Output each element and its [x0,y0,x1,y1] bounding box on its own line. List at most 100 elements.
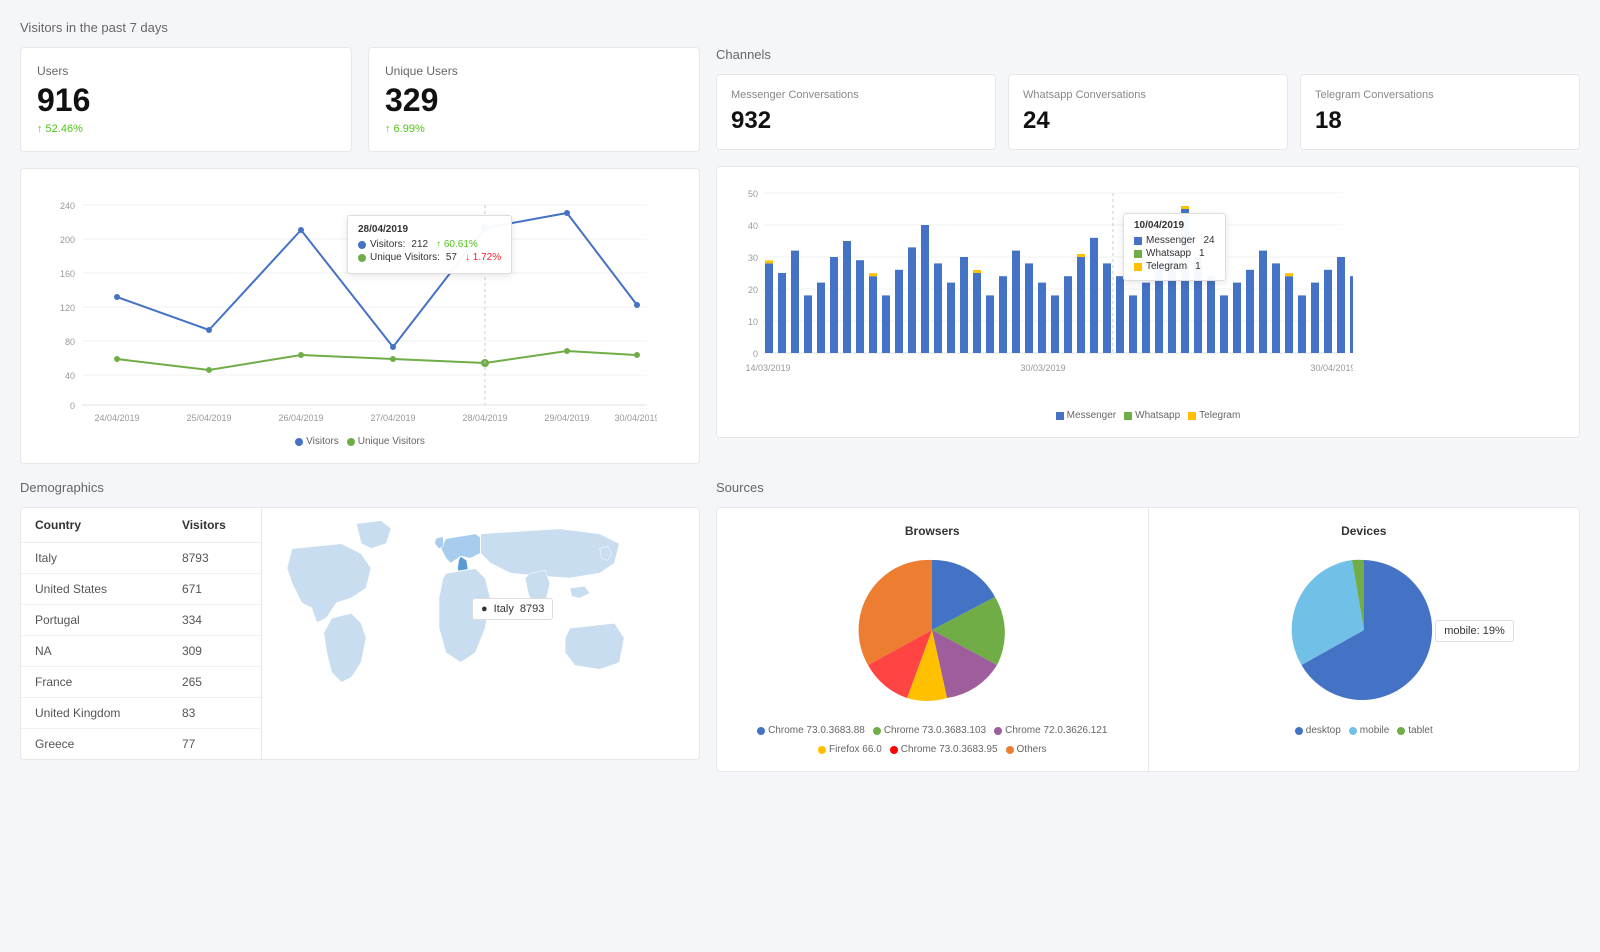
whatsapp-value: 24 [1023,107,1273,135]
devices-pie-svg [1284,550,1444,710]
telegram-value: 18 [1315,107,1565,135]
device-legend-item: desktop [1295,725,1341,736]
whatsapp-label: Whatsapp Conversations [1023,89,1273,101]
unique-users-change: ↑ 6.99% [385,123,683,135]
svg-text:40: 40 [748,221,758,231]
unique-users-card: Unique Users 329 ↑ 6.99% [368,47,700,152]
messenger-label: Messenger Conversations [731,89,981,101]
svg-text:28/04/2019: 28/04/2019 [462,413,507,423]
users-value: 916 [37,82,335,119]
table-row: Portugal334 [21,605,261,636]
channels-title: Channels [716,47,1580,62]
tooltip-unique: Unique Visitors: 57 ↓ 1.72% [358,252,501,263]
col-visitors: Visitors [168,508,261,543]
devices-legend: desktop mobile tablet [1165,725,1564,736]
unique-users-value: 329 [385,82,683,119]
visitors-chart-card: 240 200 160 120 80 40 0 24/04/2019 25/04… [20,168,700,464]
country-table: Country Visitors Italy8793United States6… [21,508,261,759]
svg-text:30/03/2019: 30/03/2019 [1020,363,1065,373]
browsers-pie-svg [852,550,1012,710]
svg-text:30/04/2019: 30/04/2019 [1310,363,1353,373]
browser-legend-item: Chrome 73.0.3683.95 [890,744,998,755]
visitors-section-title: Visitors in the past 7 days [20,20,1580,35]
svg-text:20: 20 [748,285,758,295]
bottom-row: Demographics Country Visitors Italy8793U… [20,480,1580,772]
svg-text:24/04/2019: 24/04/2019 [94,413,139,423]
demographics-section: Demographics Country Visitors Italy8793U… [20,480,700,772]
messenger-value: 932 [731,107,981,135]
browser-legend-item: Chrome 72.0.3626.121 [994,725,1107,736]
table-row: Greece77 [21,729,261,760]
browser-legend-item: Chrome 73.0.3683.103 [873,725,986,736]
telegram-card: Telegram Conversations 18 [1300,74,1580,150]
legend-telegram: Telegram [1188,410,1240,421]
channels-tooltip: 10/04/2019 Messenger 24 Whatsapp 1 [1123,213,1226,281]
browsers-legend: Chrome 73.0.3683.88 Chrome 73.0.3683.103 C… [733,725,1132,755]
svg-text:30: 30 [748,253,758,263]
svg-text:200: 200 [60,235,75,245]
svg-text:0: 0 [753,349,758,359]
visitors-section: Users 916 ↑ 52.46% Unique Users 329 ↑ 6.… [20,47,700,464]
legend-whatsapp: Whatsapp [1124,410,1180,421]
demographics-table: Country Visitors Italy8793United States6… [21,508,261,759]
sources-section: Sources Browsers [716,480,1580,772]
channels-section: Channels Messenger Conversations 932 Wha… [716,47,1580,464]
svg-text:25/04/2019: 25/04/2019 [186,413,231,423]
telegram-label: Telegram Conversations [1315,89,1565,101]
svg-text:80: 80 [65,337,75,347]
chart-legend: Visitors Unique Visitors [37,436,683,447]
browser-legend-item: Chrome 73.0.3683.88 [757,725,865,736]
channels-chart-svg: 50 40 30 20 10 0 [733,183,1353,403]
top-row: Users 916 ↑ 52.46% Unique Users 329 ↑ 6.… [20,47,1580,464]
devices-title: Devices [1165,524,1564,538]
device-legend-item: mobile [1349,725,1389,736]
table-row: NA309 [21,636,261,667]
chart-tooltip: 28/04/2019 Visitors: 212 ↑ 60.61% Unique… [347,215,512,274]
device-legend-item: tablet [1397,725,1432,736]
col-country: Country [21,508,168,543]
channels-chart-card: 50 40 30 20 10 0 [716,166,1580,438]
svg-text:26/04/2019: 26/04/2019 [278,413,323,423]
tooltip-date: 28/04/2019 [358,224,501,235]
legend-messenger: Messenger [1056,410,1116,421]
channels-legend: Messenger Whatsapp Telegram [733,410,1563,421]
browser-legend-item: Others [1006,744,1047,755]
users-label: Users [37,64,335,78]
demographics-title: Demographics [20,480,700,495]
svg-text:30/04/2019: 30/04/2019 [614,413,657,423]
svg-text:29/04/2019: 29/04/2019 [544,413,589,423]
svg-text:10: 10 [748,317,758,327]
messenger-card: Messenger Conversations 932 [716,74,996,150]
tooltip-visitors: Visitors: 212 ↑ 60.61% [358,239,501,250]
table-row: United Kingdom83 [21,698,261,729]
unique-users-label: Unique Users [385,64,683,78]
channels-bar-chart: 50 40 30 20 10 0 [733,183,1563,406]
svg-text:27/04/2019: 27/04/2019 [370,413,415,423]
users-change: ↑ 52.46% [37,123,335,135]
users-card: Users 916 ↑ 52.46% [20,47,352,152]
sources-title: Sources [716,480,1580,495]
devices-chart: Devices mobile: 19% [1149,508,1580,771]
dashboard: Visitors in the past 7 days Users 916 ↑ … [0,0,1600,808]
svg-text:50: 50 [748,189,758,199]
svg-text:40: 40 [65,371,75,381]
table-row: France265 [21,667,261,698]
table-row: United States671 [21,574,261,605]
demographics-content: Country Visitors Italy8793United States6… [20,507,700,760]
svg-text:160: 160 [60,269,75,279]
table-row: Italy8793 [21,543,261,574]
legend-visitors: Visitors [295,436,339,447]
visitors-line-chart: 240 200 160 120 80 40 0 24/04/2019 25/04… [37,185,683,428]
channel-cards: Messenger Conversations 932 Whatsapp Con… [716,74,1580,150]
visitors-stats: Users 916 ↑ 52.46% Unique Users 329 ↑ 6.… [20,47,700,152]
device-tooltip: mobile: 19% [1435,620,1514,642]
browser-legend-item: Firefox 66.0 [818,744,882,755]
svg-text:240: 240 [60,201,75,211]
svg-text:14/03/2019: 14/03/2019 [745,363,790,373]
channels-tooltip-date: 10/04/2019 [1134,220,1215,231]
map-tooltip: ● Italy 8793 [472,598,553,620]
svg-text:120: 120 [60,303,75,313]
svg-text:0: 0 [70,401,75,411]
browsers-chart: Browsers [717,508,1149,771]
browsers-title: Browsers [733,524,1132,538]
